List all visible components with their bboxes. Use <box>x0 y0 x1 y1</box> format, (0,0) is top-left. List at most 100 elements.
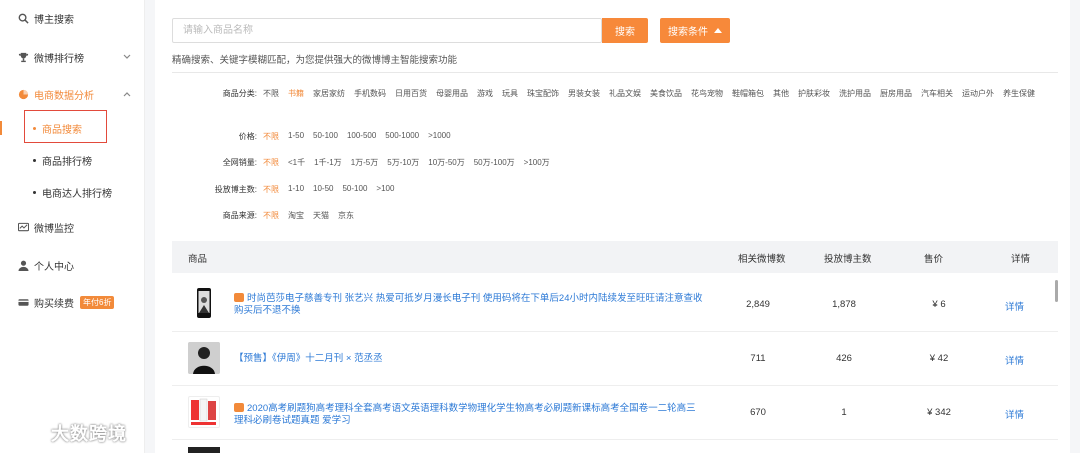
filter-option[interactable]: 母婴用品 <box>436 88 468 99</box>
chevron-down-icon <box>123 52 131 63</box>
nav-label: 博主搜索 <box>34 14 74 26</box>
filter-option[interactable]: 不限 <box>263 88 279 99</box>
trophy-icon <box>17 51 29 63</box>
filter-option[interactable]: 游戏 <box>477 88 493 99</box>
filter-option[interactable]: 1千-1万 <box>314 157 342 168</box>
filter-option[interactable]: 50-100 <box>342 184 367 195</box>
nav-weibo-monitor[interactable]: 微博监控 <box>0 213 145 241</box>
filter-option[interactable]: 玩具 <box>502 88 518 99</box>
filter-option[interactable]: 天猫 <box>313 210 329 221</box>
analytics-icon <box>17 88 29 100</box>
filter-option[interactable]: 鞋帽箱包 <box>732 88 764 99</box>
filter-option[interactable]: 家居家纺 <box>313 88 345 99</box>
content-panel: 搜索 搜索条件 精确搜索、关键字模糊匹配，为您提供强大的微博博主智能搜索功能 商… <box>155 0 1070 453</box>
filter-option[interactable]: 不限 <box>263 210 279 221</box>
filter-option[interactable]: 珠宝配饰 <box>527 88 559 99</box>
filter-option[interactable]: 礼品文娱 <box>609 88 641 99</box>
nav-label: 微博监控 <box>34 223 74 235</box>
filter-option[interactable]: >1000 <box>428 131 450 142</box>
blogger-count: 1,878 <box>832 299 856 310</box>
filter-option[interactable]: 不限 <box>263 157 279 168</box>
scrollbar[interactable] <box>1055 280 1058 302</box>
nav-personal-center[interactable]: 个人中心 <box>0 251 145 279</box>
filter-option[interactable]: >100万 <box>524 157 550 168</box>
filter-option[interactable]: <1千 <box>288 157 305 168</box>
filter-option[interactable]: 书籍 <box>288 88 304 99</box>
product-search-input[interactable] <box>172 18 602 43</box>
filter-option[interactable]: 1-10 <box>288 184 304 195</box>
filter-label: 商品分类: <box>222 89 257 98</box>
product-title[interactable]: 【预售】《伊周》十二月刊 × 范丞丞 <box>234 353 704 365</box>
filter-option[interactable]: 手机数码 <box>354 88 386 99</box>
filter-option[interactable]: 男装女装 <box>568 88 600 99</box>
filter-option[interactable]: 厨房用品 <box>880 88 912 99</box>
detail-link[interactable]: 详情 <box>1005 353 1024 367</box>
filter-option[interactable]: 养生保健 <box>1003 88 1035 99</box>
subnav-product-ranking[interactable]: 商品排行榜 <box>0 147 145 173</box>
search-button[interactable]: 搜索 <box>602 18 648 43</box>
filter-option[interactable]: 花鸟宠物 <box>691 88 723 99</box>
product-title[interactable]: 时尚芭莎电子慈善专刊 张艺兴 热爱可抵岁月漫长电子刊 使用码将在下单后24小时内… <box>234 293 704 317</box>
table-header: 商品 相关微博数 投放博主数 售价 详情 <box>172 241 1058 273</box>
filter-option[interactable]: 不限 <box>263 184 279 195</box>
filter-options: 不限 1-50 50-100 100-500 500-1000 >1000 <box>263 131 1053 142</box>
product-thumbnail[interactable] <box>188 342 220 374</box>
nav-ecommerce-analysis[interactable]: 电商数据分析 <box>0 80 145 108</box>
product-title-text: 2020高考刷题狗高考理科全套高考语文英语理科数学物理化学生物高考必刷题新课标高… <box>234 403 696 426</box>
product-title[interactable]: 2020高考刷题狗高考理科全套高考语文英语理科数学物理化学生物高考必刷题新课标高… <box>234 403 704 427</box>
subnav-label: 电商达人排行榜 <box>42 188 112 200</box>
watermark: 大数跨境 <box>6 417 127 448</box>
weibo-count: 2,849 <box>746 299 770 310</box>
monitor-icon <box>17 221 29 233</box>
product-title-text: 【预售】《伊周》十二月刊 × 范丞丞 <box>234 353 383 364</box>
tmall-icon <box>234 403 244 412</box>
filter-option[interactable]: 500-1000 <box>385 131 419 142</box>
product-thumbnail[interactable] <box>188 287 220 319</box>
filter-option[interactable]: 1-50 <box>288 131 304 142</box>
product-thumbnail[interactable] <box>188 447 220 453</box>
bullet-dot <box>33 158 36 162</box>
weibo-count: 670 <box>750 407 766 418</box>
filter-option[interactable]: 50-100 <box>313 131 338 142</box>
filter-option[interactable]: 淘宝 <box>288 210 304 221</box>
subnav-label: 商品排行榜 <box>42 156 92 168</box>
filter-option[interactable]: 美食饮品 <box>650 88 682 99</box>
filter-options: 不限 <1千 1千-1万 1万-5万 5万-10万 10万-50万 50万-100万 >100… <box>263 157 1053 168</box>
tmall-icon <box>234 293 244 302</box>
nav-weibo-ranking[interactable]: 微博排行榜 <box>0 43 145 71</box>
filter-option[interactable]: 运动户外 <box>962 88 994 99</box>
filter-option[interactable]: 1万-5万 <box>351 157 379 168</box>
filter-option[interactable]: 其他 <box>773 88 789 99</box>
nav-blogger-search[interactable]: 博主搜索 <box>0 4 145 32</box>
weibo-count: 711 <box>750 353 766 364</box>
chevron-up-icon <box>123 89 131 100</box>
nav-purchase-renew[interactable]: 购买续费 年付6折 <box>0 288 145 316</box>
filter-options: 不限 书籍 家居家纺 手机数码 日用百货 母婴用品 游戏 玩具 珠宝配饰 男装女装 礼品文娱 美食饮品… <box>263 88 1053 99</box>
filter-option[interactable]: 护肤彩妆 <box>798 88 830 99</box>
subnav-influencer-ranking[interactable]: 电商达人排行榜 <box>0 179 145 205</box>
filter-option[interactable]: 不限 <box>263 131 279 142</box>
search-conditions-button[interactable]: 搜索条件 <box>660 18 730 43</box>
filter-option[interactable]: 洗护用品 <box>839 88 871 99</box>
detail-link[interactable]: 详情 <box>1005 407 1024 421</box>
main-area: 搜索 搜索条件 精确搜索、关键字模糊匹配，为您提供强大的微博博主智能搜索功能 商… <box>145 0 1080 453</box>
filter-option[interactable]: 10-50 <box>313 184 333 195</box>
filter-option[interactable]: 日用百货 <box>395 88 427 99</box>
filter-label: 商品来源: <box>222 211 257 220</box>
nav-label: 电商数据分析 <box>34 90 94 102</box>
filter-option[interactable]: >100 <box>376 184 394 195</box>
filter-option[interactable]: 100-500 <box>347 131 376 142</box>
filter-option[interactable]: 京东 <box>338 210 354 221</box>
watermark-text: 大数跨境 <box>51 423 127 444</box>
search-icon <box>17 12 29 24</box>
filter-option[interactable]: 10万-50万 <box>428 157 464 168</box>
filter-option[interactable]: 50万-100万 <box>474 157 515 168</box>
filter-option[interactable]: 汽车相关 <box>921 88 953 99</box>
product-thumbnail[interactable] <box>188 396 220 428</box>
search-hint: 精确搜索、关键字模糊匹配，为您提供强大的微博博主智能搜索功能 <box>172 55 458 66</box>
filter-options: 不限 淘宝 天猫 京东 <box>263 210 1053 221</box>
filter-option[interactable]: 5万-10万 <box>387 157 419 168</box>
filter-label: 价格: <box>238 132 257 141</box>
sidebar: 博主搜索 微博排行榜 电商数据分析 商品搜索 商品排行榜 电商达人排行榜 微博监… <box>0 0 145 453</box>
detail-link[interactable]: 详情 <box>1005 299 1024 313</box>
